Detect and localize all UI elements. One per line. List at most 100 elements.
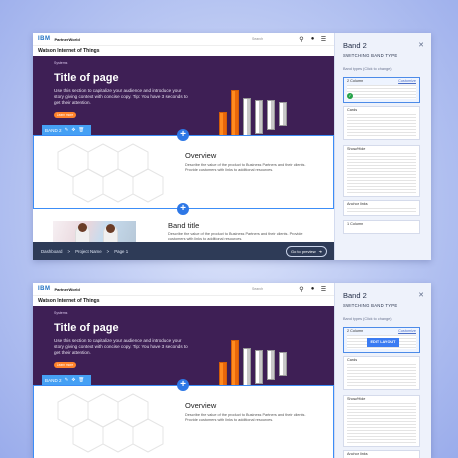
card-label: 1 Column (347, 222, 364, 226)
hero-title: Title of page (54, 322, 119, 334)
ibm-logo[interactable]: IBM (38, 286, 51, 292)
band-description: Describe the value of the product to Bus… (168, 232, 303, 241)
card-label: Anchor links (347, 452, 368, 456)
menu-icon[interactable]: ☰ (318, 36, 329, 43)
crumb-separator: > (67, 248, 71, 254)
hero-description: Use this section to capitalize your audi… (54, 88, 188, 105)
go-to-preview-button[interactable]: Go to preview ➜ (285, 246, 327, 257)
search-icon[interactable]: ⚲ (296, 286, 307, 293)
band-type-1-column[interactable]: 1 Column (343, 220, 420, 234)
edit-layout-button[interactable]: EDIT LAYOUT (367, 338, 399, 347)
photo-person-head (106, 224, 115, 233)
edit-icon[interactable]: ✎ (65, 127, 69, 133)
panel-title: Band 2 (343, 291, 367, 300)
customize-link[interactable]: Customize (398, 79, 416, 83)
card-thumbnail (347, 85, 416, 99)
illustration-bar (279, 352, 287, 376)
go-to-preview-label: Go to preview (290, 249, 316, 254)
edit-icon[interactable]: ✎ (65, 377, 69, 383)
illustration-bar (279, 102, 287, 126)
band-type-2-column[interactable]: 2 Column Customize EDIT LAYOUT (343, 327, 420, 353)
card-label: Cards (347, 108, 358, 112)
add-band-button[interactable]: + (177, 379, 189, 391)
add-band-button[interactable]: + (177, 129, 189, 141)
panel-subtitle: SWITCHING BAND TYPE (343, 303, 398, 308)
card-thumbnail (347, 364, 416, 386)
panel-title: Band 2 (343, 41, 367, 50)
hero-title: Title of page (54, 72, 119, 84)
search-icon[interactable]: ⚲ (296, 36, 307, 43)
band-toolbar: BAND 2 ✎ ✥ 🗑 (42, 125, 91, 135)
move-icon[interactable]: ✥ (71, 377, 75, 383)
band-type-2-column[interactable]: 2 Column Customize ✓ (343, 77, 420, 103)
card-thumbnail (347, 208, 416, 212)
band-type-anchor-links[interactable]: Anchor links (343, 200, 420, 216)
band-photo (53, 221, 136, 243)
learn-more-button[interactable]: Learn more (54, 362, 76, 368)
crumb-dashboard[interactable]: Dashboard (41, 249, 62, 254)
close-icon[interactable]: ✕ (418, 291, 424, 299)
band-type-anchor-links[interactable]: Anchor links (343, 450, 420, 458)
illustration-bar (255, 100, 263, 134)
menu-icon[interactable]: ☰ (318, 286, 329, 293)
ibm-logo[interactable]: IBM (38, 36, 51, 42)
masthead: IBM PartnerWorld Search ⚲ ● ☰ (33, 283, 334, 296)
illustration-bar (267, 350, 275, 380)
site-title: Watson Internet of Things (38, 48, 100, 54)
search-input[interactable]: Search (250, 286, 296, 293)
delete-icon[interactable]: 🗑 (78, 127, 84, 133)
learn-more-button[interactable]: Learn more (54, 112, 76, 118)
product-name: PartnerWorld (54, 36, 80, 42)
selected-band-outline (33, 385, 334, 458)
panel-hint: Band types (Click to change) (343, 67, 392, 71)
card-thumbnail (347, 153, 416, 193)
masthead: IBM PartnerWorld Search ⚲ ● ☰ (33, 33, 334, 46)
band-settings-panel: Band 2 ✕ SWITCHING BAND TYPE Band types … (334, 283, 431, 458)
card-thumbnail (347, 403, 416, 443)
band-label: BAND 2 (45, 127, 62, 133)
crumb-project[interactable]: Project Name (75, 249, 102, 254)
band-type-cards[interactable]: Cards (343, 106, 420, 140)
editor-screenshot-2: IBM PartnerWorld Search ⚲ ● ☰ Watson Int… (33, 283, 431, 458)
page-canvas: IBM PartnerWorld Search ⚲ ● ☰ Watson Int… (33, 33, 334, 260)
photo-person-head (78, 223, 87, 232)
card-thumbnail (347, 114, 416, 136)
band-settings-panel: Band 2 ✕ SWITCHING BAND TYPE Band types … (334, 33, 431, 260)
card-label: Show/Hide (347, 147, 366, 151)
hero-breadcrumb[interactable]: Systems (54, 61, 67, 65)
card-label: Anchor links (347, 202, 368, 206)
close-icon[interactable]: ✕ (418, 41, 424, 49)
arrow-right-icon: ➜ (318, 249, 322, 254)
illustration-bar (243, 98, 251, 138)
crumb-page[interactable]: Page 1 (114, 249, 128, 254)
product-name: PartnerWorld (54, 286, 80, 292)
crumb-separator: > (106, 248, 110, 254)
card-label: Show/Hide (347, 397, 366, 401)
customize-link[interactable]: Customize (398, 329, 416, 333)
illustration-bar (255, 350, 263, 384)
band-toolbar: BAND 2 ✎ ✥ 🗑 (42, 375, 91, 385)
band-type-cards[interactable]: Cards (343, 356, 420, 390)
checkmark-icon: ✓ (347, 93, 353, 99)
hero-breadcrumb[interactable]: Systems (54, 311, 67, 315)
add-band-button[interactable]: + (177, 203, 189, 215)
selected-band-outline (33, 135, 334, 209)
panel-subtitle: SWITCHING BAND TYPE (343, 53, 398, 58)
page-canvas: IBM PartnerWorld Search ⚲ ● ☰ Watson Int… (33, 283, 334, 458)
illustration-bar (243, 348, 251, 388)
band-label: BAND 2 (45, 377, 62, 383)
band-type-show-hide[interactable]: Show/Hide (343, 395, 420, 447)
move-icon[interactable]: ✥ (71, 127, 75, 133)
panel-hint: Band types (Click to change) (343, 317, 392, 321)
band-type-show-hide[interactable]: Show/Hide (343, 145, 420, 197)
user-icon[interactable]: ● (307, 36, 318, 42)
site-title: Watson Internet of Things (38, 298, 100, 304)
band-title: Band title (168, 221, 200, 230)
search-input[interactable]: Search (250, 36, 296, 43)
hero-description: Use this section to capitalize your audi… (54, 338, 188, 355)
card-label: Cards (347, 358, 358, 362)
illustration-bar (267, 100, 275, 130)
editor-screenshot-1: IBM PartnerWorld Search ⚲ ● ☰ Watson Int… (33, 33, 431, 260)
user-icon[interactable]: ● (307, 286, 318, 292)
delete-icon[interactable]: 🗑 (78, 377, 84, 383)
